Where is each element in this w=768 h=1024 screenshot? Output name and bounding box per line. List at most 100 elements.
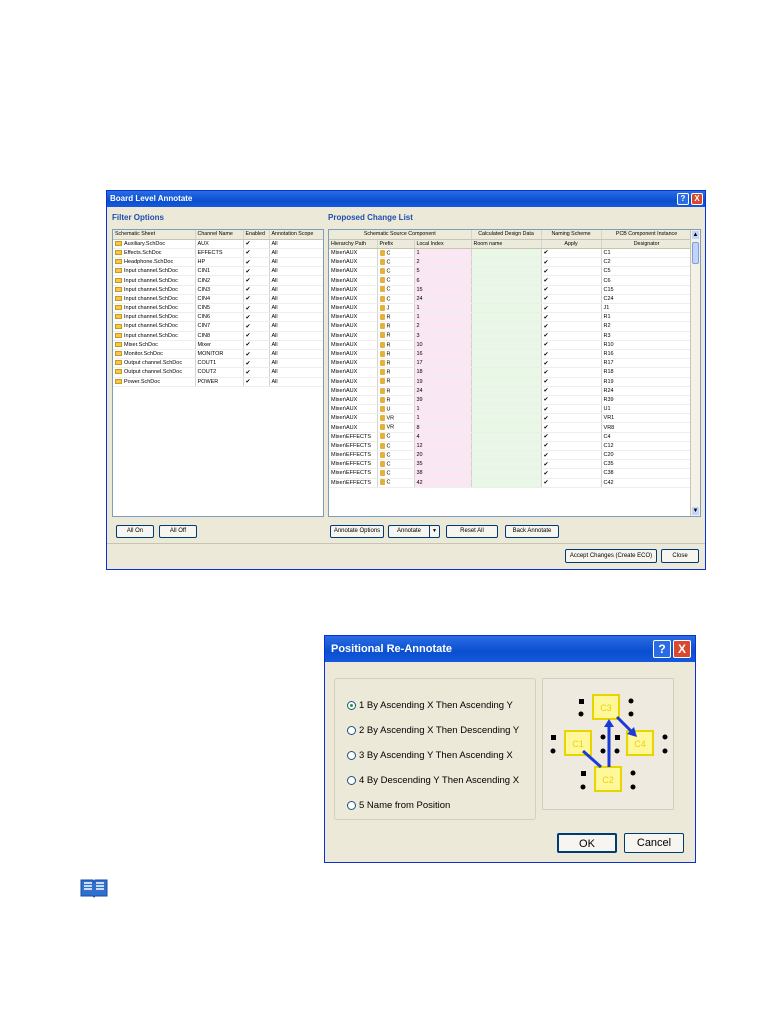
filter-row[interactable]: Headphone.SchDoc HP ✔ All — [113, 257, 323, 268]
change-row[interactable]: Mixer\AUX C 1 ✔ C1 — [329, 248, 693, 259]
change-row[interactable]: Mixer\AUX C 15 ✔ C15 — [329, 285, 693, 295]
change-row[interactable]: Mixer\AUX R 18 ✔ R18 — [329, 367, 693, 378]
scope-cell[interactable]: All — [269, 303, 323, 314]
reset-all-button[interactable]: Reset All — [446, 525, 498, 538]
apply-checkbox[interactable]: ✔ — [541, 266, 602, 277]
filter-row[interactable]: Input channel.SchDoc CIN2 ✔ All — [113, 275, 323, 286]
annotate-options-button[interactable]: Annotate Options — [330, 525, 384, 538]
scope-cell[interactable]: All — [269, 331, 323, 341]
scope-cell[interactable]: All — [269, 367, 323, 378]
change-row[interactable]: Mixer\EFFECTS C 35 ✔ C35 — [329, 459, 693, 470]
radio-button[interactable] — [347, 751, 356, 760]
enabled-checkbox[interactable]: ✔ — [243, 303, 270, 314]
change-row[interactable]: Mixer\AUX R 2 ✔ R2 — [329, 321, 693, 332]
filter-row[interactable]: Power.SchDoc POWER ✔ All — [113, 377, 323, 387]
apply-checkbox[interactable]: ✔ — [541, 478, 602, 488]
scope-cell[interactable]: All — [269, 285, 323, 295]
radio-option-5[interactable]: 5 Name from Position — [347, 800, 450, 811]
apply-checkbox[interactable]: ✔ — [541, 331, 602, 341]
apply-checkbox[interactable]: ✔ — [541, 413, 602, 424]
apply-checkbox[interactable]: ✔ — [541, 257, 602, 268]
back-annotate-button[interactable]: Back Annotate — [505, 525, 559, 538]
change-row[interactable]: Mixer\AUX R 17 ✔ R17 — [329, 358, 693, 369]
scope-cell[interactable]: All — [269, 312, 323, 323]
apply-checkbox[interactable]: ✔ — [541, 441, 602, 452]
accept-changes-button[interactable]: Accept Changes (Create ECO) — [565, 549, 657, 563]
scope-cell[interactable]: All — [269, 257, 323, 268]
filter-row[interactable]: Input channel.SchDoc CIN8 ✔ All — [113, 331, 323, 341]
all-on-button[interactable]: All On — [116, 525, 154, 538]
col-channel-name[interactable]: Channel Name — [195, 230, 244, 240]
enabled-checkbox[interactable]: ✔ — [243, 340, 270, 350]
radio-button[interactable] — [347, 801, 356, 810]
apply-checkbox[interactable]: ✔ — [541, 468, 602, 479]
apply-checkbox[interactable]: ✔ — [541, 248, 602, 259]
scroll-thumb[interactable] — [692, 242, 699, 264]
apply-checkbox[interactable]: ✔ — [541, 367, 602, 378]
enabled-checkbox[interactable]: ✔ — [243, 321, 270, 332]
scope-cell[interactable]: All — [269, 266, 323, 277]
close-icon[interactable]: X — [691, 193, 703, 205]
radio-option-4[interactable]: 4 By Descending Y Then Ascending X — [347, 775, 519, 786]
change-row[interactable]: Mixer\AUX C 6 ✔ C6 — [329, 275, 693, 286]
col-annotation-scope[interactable]: Annotation Scope — [269, 230, 323, 240]
cancel-button[interactable]: Cancel — [624, 833, 684, 853]
enabled-checkbox[interactable]: ✔ — [243, 377, 270, 387]
radio-option-1[interactable]: 1 By Ascending X Then Ascending Y — [347, 700, 513, 711]
apply-checkbox[interactable]: ✔ — [541, 312, 602, 323]
col-designator[interactable]: Designator — [601, 239, 693, 249]
filter-row[interactable]: Input channel.SchDoc CIN6 ✔ All — [113, 312, 323, 323]
change-row[interactable]: Mixer\EFFECTS C 12 ✔ C12 — [329, 441, 693, 452]
col-enabled[interactable]: Enabled — [243, 230, 270, 240]
apply-checkbox[interactable]: ✔ — [541, 377, 602, 387]
enabled-checkbox[interactable]: ✔ — [243, 312, 270, 323]
change-row[interactable]: Mixer\AUX VR 8 ✔ VR8 — [329, 422, 693, 433]
filter-row[interactable]: Input channel.SchDoc CIN1 ✔ All — [113, 266, 323, 277]
change-row[interactable]: Mixer\AUX J 1 ✔ J1 — [329, 303, 693, 314]
change-row[interactable]: Mixer\AUX C 2 ✔ C2 — [329, 257, 693, 268]
col-local-index[interactable]: Local Index — [414, 239, 472, 249]
radio-option-3[interactable]: 3 By Ascending Y Then Ascending X — [347, 750, 513, 761]
apply-checkbox[interactable]: ✔ — [541, 459, 602, 470]
col-prefix[interactable]: Prefix — [377, 239, 415, 249]
change-row[interactable]: Mixer\EFFECTS C 38 ✔ C38 — [329, 468, 693, 479]
all-off-button[interactable]: All Off — [159, 525, 197, 538]
change-row[interactable]: Mixer\AUX R 19 ✔ R19 — [329, 377, 693, 387]
enabled-checkbox[interactable]: ✔ — [243, 294, 270, 305]
ok-button[interactable]: OK — [557, 833, 617, 853]
scope-cell[interactable]: All — [269, 275, 323, 286]
radio-option-2[interactable]: 2 By Ascending X Then Descending Y — [347, 725, 519, 736]
change-row[interactable]: Mixer\AUX R 39 ✔ R39 — [329, 395, 693, 406]
radio-button[interactable] — [347, 726, 356, 735]
apply-checkbox[interactable]: ✔ — [541, 404, 602, 415]
scope-cell[interactable]: All — [269, 321, 323, 332]
filter-row[interactable]: Input channel.SchDoc CIN7 ✔ All — [113, 321, 323, 332]
col-room-name[interactable]: Room name — [471, 239, 542, 249]
col-schematic-sheet[interactable]: Schematic Sheet — [113, 230, 196, 240]
apply-checkbox[interactable]: ✔ — [541, 349, 602, 360]
close-button[interactable]: Close — [661, 549, 699, 563]
change-row[interactable]: Mixer\AUX VR 1 ✔ VR1 — [329, 413, 693, 424]
apply-checkbox[interactable]: ✔ — [541, 294, 602, 305]
enabled-checkbox[interactable]: ✔ — [243, 349, 270, 360]
enabled-checkbox[interactable]: ✔ — [243, 331, 270, 341]
enabled-checkbox[interactable]: ✔ — [243, 285, 270, 295]
positional-close-icon[interactable]: X — [673, 640, 691, 658]
filter-row[interactable]: Input channel.SchDoc CIN5 ✔ All — [113, 303, 323, 314]
change-row[interactable]: Mixer\AUX C 5 ✔ C5 — [329, 266, 693, 277]
radio-button[interactable] — [347, 776, 356, 785]
change-row[interactable]: Mixer\AUX C 24 ✔ C24 — [329, 294, 693, 305]
apply-checkbox[interactable]: ✔ — [541, 386, 602, 396]
enabled-checkbox[interactable]: ✔ — [243, 275, 270, 286]
scope-cell[interactable]: All — [269, 377, 323, 387]
enabled-checkbox[interactable]: ✔ — [243, 266, 270, 277]
enabled-checkbox[interactable]: ✔ — [243, 239, 270, 249]
filter-row[interactable]: Effects.SchDoc EFFECTS ✔ All — [113, 248, 323, 259]
scope-cell[interactable]: All — [269, 340, 323, 350]
scope-cell[interactable]: All — [269, 358, 323, 369]
apply-checkbox[interactable]: ✔ — [541, 450, 602, 461]
change-scrollbar[interactable]: ▲ ▼ — [690, 230, 700, 516]
enabled-checkbox[interactable]: ✔ — [243, 358, 270, 369]
apply-checkbox[interactable]: ✔ — [541, 285, 602, 295]
apply-checkbox[interactable]: ✔ — [541, 432, 602, 442]
